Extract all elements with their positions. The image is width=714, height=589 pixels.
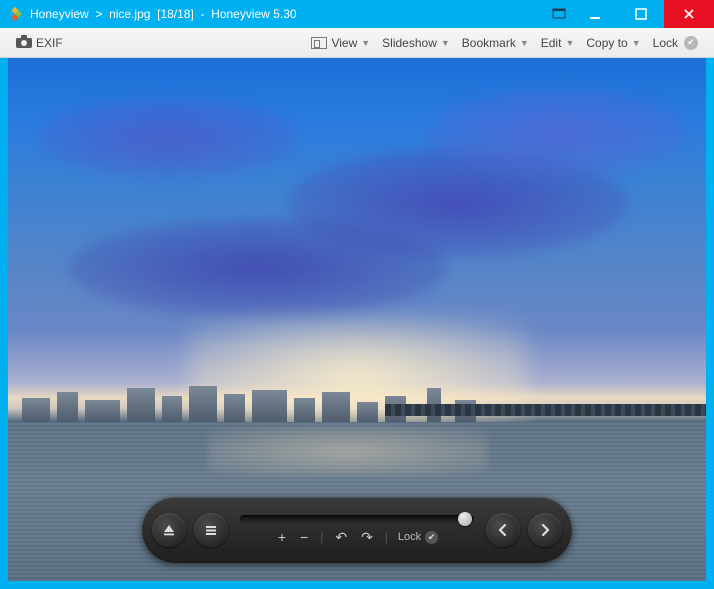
title-version: Honeyview 5.30 [211,7,296,21]
bookmark-label: Bookmark [462,36,516,50]
check-circle-icon: ✔ [684,36,698,50]
previous-button[interactable] [486,513,520,547]
lock-label: Lock [653,36,678,50]
zoom-in-button[interactable]: + [276,529,288,545]
window-controls [546,0,714,28]
player-lock-label: Lock [398,531,421,543]
next-button[interactable] [528,513,562,547]
app-icon [6,5,24,23]
copyto-menu[interactable]: Copy to ▼ [580,33,646,53]
close-button[interactable] [664,0,714,28]
title-filename: nice.jpg [109,7,150,21]
rotate-right-button[interactable]: ↷ [359,529,375,546]
camera-icon [16,35,32,51]
copyto-label: Copy to [586,36,627,50]
check-circle-icon: ✔ [425,531,438,544]
view-label: View [331,36,357,50]
eject-button[interactable] [152,513,186,547]
menu-button[interactable] [194,513,228,547]
progress-slider[interactable] [240,515,474,523]
lock-toggle[interactable]: Lock ✔ [647,33,704,53]
exif-button[interactable]: EXIF [10,32,69,54]
window-titlebar: Honeyview > nice.jpg [18/18] - Honeyview… [0,0,714,28]
edit-label: Edit [541,36,562,50]
chevron-down-icon: ▼ [565,38,574,48]
window-title: Honeyview > nice.jpg [18/18] - Honeyview… [30,7,546,21]
zoom-out-button[interactable]: − [298,529,310,545]
chevron-down-icon: ▼ [441,38,450,48]
player-bar: + − | ↶ ↷ | Lock ✔ [142,497,572,563]
divider: | [385,530,388,544]
chevron-down-icon: ▼ [361,38,370,48]
slideshow-menu[interactable]: Slideshow ▼ [376,33,456,53]
player-controls: + − | ↶ ↷ | Lock ✔ [236,515,478,546]
slideshow-label: Slideshow [382,36,437,50]
chevron-down-icon: ▼ [632,38,641,48]
maximize-button[interactable] [618,0,664,28]
window-help-icon[interactable] [546,0,572,28]
edit-menu[interactable]: Edit ▼ [535,33,581,53]
title-app: Honeyview [30,7,89,21]
player-lock-toggle[interactable]: Lock ✔ [398,531,438,544]
title-counter: [18/18] [157,7,194,21]
image-viewport[interactable]: + − | ↶ ↷ | Lock ✔ [8,58,706,581]
bookmark-menu[interactable]: Bookmark ▼ [456,33,535,53]
minimize-button[interactable] [572,0,618,28]
rotate-left-button[interactable]: ↶ [333,529,349,546]
title-dash: - [200,7,204,21]
title-sep: > [95,7,102,21]
exif-label: EXIF [36,36,63,50]
view-menu[interactable]: View ▼ [305,33,376,53]
divider: | [320,530,323,544]
chevron-down-icon: ▼ [520,38,529,48]
view-icon [311,37,327,49]
slider-thumb[interactable] [458,512,472,526]
toolbar: EXIF View ▼ Slideshow ▼ Bookmark ▼ Edit … [0,28,714,58]
